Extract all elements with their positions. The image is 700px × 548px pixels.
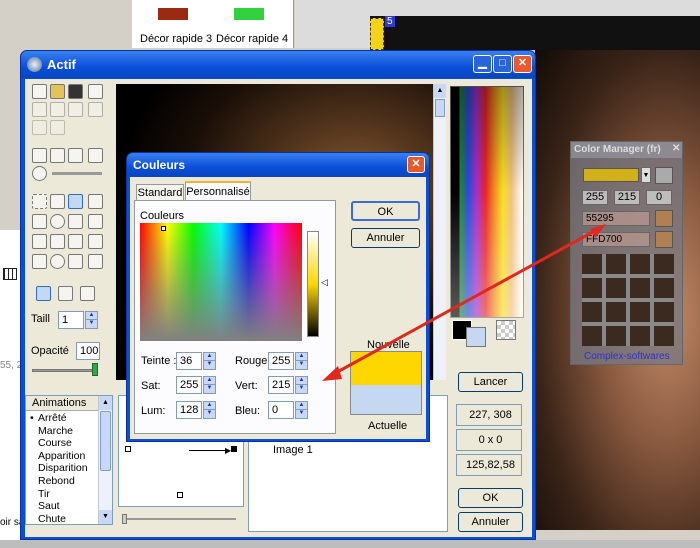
arrow-to-vert-field xyxy=(329,226,601,378)
arrow-head-left xyxy=(322,366,342,381)
annotation-arrows xyxy=(322,224,606,381)
arrow-head-right xyxy=(590,224,606,238)
